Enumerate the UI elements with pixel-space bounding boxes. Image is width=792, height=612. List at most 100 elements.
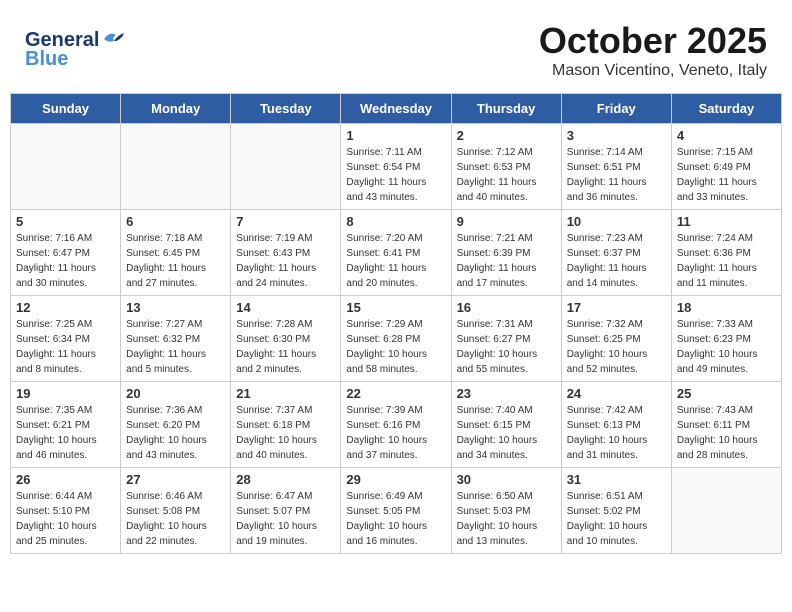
calendar-week-4: 19 Sunrise: 7:35 AM Sunset: 6:21 PM Dayli… <box>11 382 782 468</box>
day-number: 15 <box>346 300 445 315</box>
calendar-cell: 2Sunrise: 7:12 AM Sunset: 6:53 PM Daylig… <box>451 124 561 210</box>
day-info: Sunrise: 7:19 AM Sunset: 6:43 PM Dayligh… <box>236 231 335 291</box>
day-number: 19 <box>16 386 115 401</box>
calendar-cell: 22 Sunrise: 7:39 AM Sunset: 6:16 PM Dayli… <box>341 382 451 468</box>
day-info: Sunrise: 7:32 AM Sunset: 6:25 PM Dayligh… <box>567 317 666 377</box>
calendar-cell: 16Sunrise: 7:31 AM Sunset: 6:27 PM Dayli… <box>451 296 561 382</box>
day-info: Sunrise: 7:21 AM Sunset: 6:39 PM Dayligh… <box>457 231 556 291</box>
day-number: 25 <box>677 386 776 401</box>
day-info: Sunrise: 7:25 AM Sunset: 6:34 PM Dayligh… <box>16 317 115 377</box>
calendar-cell: 24 Sunrise: 7:42 AM Sunset: 6:13 PM Dayli… <box>561 382 671 468</box>
day-info: Sunrise: 7:39 AM Sunset: 6:16 PM Dayligh… <box>346 403 445 463</box>
weekday-header-monday: Monday <box>121 94 231 124</box>
logo-bird-icon <box>102 29 126 49</box>
day-number: 20 <box>126 386 225 401</box>
page-header: General Blue October 2025 Mason Vicentin… <box>10 10 782 85</box>
calendar-cell: 29Sunrise: 6:49 AM Sunset: 5:05 PM Dayli… <box>341 468 451 554</box>
weekday-header-thursday: Thursday <box>451 94 561 124</box>
day-number: 22 <box>346 386 445 401</box>
day-info: Sunrise: 7:43 AM Sunset: 6:11 PM Dayligh… <box>677 403 776 463</box>
weekday-header-tuesday: Tuesday <box>231 94 341 124</box>
calendar-cell: 23Sunrise: 7:40 AM Sunset: 6:15 PM Dayli… <box>451 382 561 468</box>
month-title: October 2025 <box>539 20 767 62</box>
calendar-cell: 8Sunrise: 7:20 AM Sunset: 6:41 PM Daylig… <box>341 210 451 296</box>
day-number: 13 <box>126 300 225 315</box>
calendar-cell: 17 Sunrise: 7:32 AM Sunset: 6:25 PM Dayli… <box>561 296 671 382</box>
calendar-cell: 21 Sunrise: 7:37 AM Sunset: 6:18 PM Dayli… <box>231 382 341 468</box>
calendar-cell: 5 Sunrise: 7:16 AM Sunset: 6:47 PM Daylig… <box>11 210 121 296</box>
day-info: Sunrise: 6:51 AM Sunset: 5:02 PM Dayligh… <box>567 489 666 549</box>
day-number: 7 <box>236 214 335 229</box>
day-info: Sunrise: 7:27 AM Sunset: 6:32 PM Dayligh… <box>126 317 225 377</box>
day-number: 3 <box>567 128 666 143</box>
weekday-header-wednesday: Wednesday <box>341 94 451 124</box>
day-number: 10 <box>567 214 666 229</box>
day-number: 11 <box>677 214 776 229</box>
day-number: 12 <box>16 300 115 315</box>
weekday-header-friday: Friday <box>561 94 671 124</box>
day-info: Sunrise: 7:16 AM Sunset: 6:47 PM Dayligh… <box>16 231 115 291</box>
day-info: Sunrise: 7:12 AM Sunset: 6:53 PM Dayligh… <box>457 145 556 205</box>
calendar-cell: 3 Sunrise: 7:14 AM Sunset: 6:51 PM Daylig… <box>561 124 671 210</box>
calendar-cell: 7 Sunrise: 7:19 AM Sunset: 6:43 PM Daylig… <box>231 210 341 296</box>
day-number: 24 <box>567 386 666 401</box>
day-number: 28 <box>236 472 335 487</box>
day-number: 16 <box>457 300 556 315</box>
day-number: 31 <box>567 472 666 487</box>
day-info: Sunrise: 7:14 AM Sunset: 6:51 PM Dayligh… <box>567 145 666 205</box>
calendar-week-1: 1 Sunrise: 7:11 AM Sunset: 6:54 PM Daylig… <box>11 124 782 210</box>
calendar-cell: 27Sunrise: 6:46 AM Sunset: 5:08 PM Dayli… <box>121 468 231 554</box>
calendar-cell: 30Sunrise: 6:50 AM Sunset: 5:03 PM Dayli… <box>451 468 561 554</box>
calendar-cell: 11Sunrise: 7:24 AM Sunset: 6:36 PM Dayli… <box>671 210 781 296</box>
location-text: Mason Vicentino, Veneto, Italy <box>539 62 767 80</box>
calendar-cell <box>671 468 781 554</box>
day-info: Sunrise: 7:37 AM Sunset: 6:18 PM Dayligh… <box>236 403 335 463</box>
calendar-cell: 4 Sunrise: 7:15 AM Sunset: 6:49 PM Daylig… <box>671 124 781 210</box>
day-number: 26 <box>16 472 115 487</box>
day-number: 23 <box>457 386 556 401</box>
day-info: Sunrise: 7:36 AM Sunset: 6:20 PM Dayligh… <box>126 403 225 463</box>
calendar-cell: 28Sunrise: 6:47 AM Sunset: 5:07 PM Dayli… <box>231 468 341 554</box>
day-info: Sunrise: 7:28 AM Sunset: 6:30 PM Dayligh… <box>236 317 335 377</box>
calendar-cell <box>231 124 341 210</box>
logo: General Blue <box>25 29 126 71</box>
calendar-cell: 1 Sunrise: 7:11 AM Sunset: 6:54 PM Daylig… <box>341 124 451 210</box>
calendar-cell: 25 Sunrise: 7:43 AM Sunset: 6:11 PM Dayli… <box>671 382 781 468</box>
day-info: Sunrise: 7:18 AM Sunset: 6:45 PM Dayligh… <box>126 231 225 291</box>
day-number: 17 <box>567 300 666 315</box>
calendar-header-row: SundayMondayTuesdayWednesdayThursdayFrid… <box>11 94 782 124</box>
calendar-cell: 13 Sunrise: 7:27 AM Sunset: 6:32 PM Dayli… <box>121 296 231 382</box>
day-info: Sunrise: 7:15 AM Sunset: 6:49 PM Dayligh… <box>677 145 776 205</box>
calendar-cell: 31 Sunrise: 6:51 AM Sunset: 5:02 PM Dayli… <box>561 468 671 554</box>
calendar-table: SundayMondayTuesdayWednesdayThursdayFrid… <box>10 93 782 554</box>
calendar-cell <box>121 124 231 210</box>
day-info: Sunrise: 7:33 AM Sunset: 6:23 PM Dayligh… <box>677 317 776 377</box>
calendar-week-3: 12 Sunrise: 7:25 AM Sunset: 6:34 PM Dayli… <box>11 296 782 382</box>
calendar-cell: 10 Sunrise: 7:23 AM Sunset: 6:37 PM Dayli… <box>561 210 671 296</box>
calendar-week-2: 5 Sunrise: 7:16 AM Sunset: 6:47 PM Daylig… <box>11 210 782 296</box>
day-info: Sunrise: 7:11 AM Sunset: 6:54 PM Dayligh… <box>346 145 445 205</box>
calendar-cell: 12 Sunrise: 7:25 AM Sunset: 6:34 PM Dayli… <box>11 296 121 382</box>
day-info: Sunrise: 6:50 AM Sunset: 5:03 PM Dayligh… <box>457 489 556 549</box>
day-number: 14 <box>236 300 335 315</box>
day-number: 5 <box>16 214 115 229</box>
calendar-cell: 6 Sunrise: 7:18 AM Sunset: 6:45 PM Daylig… <box>121 210 231 296</box>
day-number: 9 <box>457 214 556 229</box>
day-number: 6 <box>126 214 225 229</box>
weekday-header-saturday: Saturday <box>671 94 781 124</box>
weekday-header-sunday: Sunday <box>11 94 121 124</box>
calendar-cell: 26Sunrise: 6:44 AM Sunset: 5:10 PM Dayli… <box>11 468 121 554</box>
day-number: 1 <box>346 128 445 143</box>
calendar-cell: 19 Sunrise: 7:35 AM Sunset: 6:21 PM Dayli… <box>11 382 121 468</box>
day-number: 4 <box>677 128 776 143</box>
day-info: Sunrise: 7:23 AM Sunset: 6:37 PM Dayligh… <box>567 231 666 291</box>
calendar-cell: 18Sunrise: 7:33 AM Sunset: 6:23 PM Dayli… <box>671 296 781 382</box>
calendar-cell <box>11 124 121 210</box>
logo-blue-text: Blue <box>25 48 68 71</box>
day-info: Sunrise: 7:20 AM Sunset: 6:41 PM Dayligh… <box>346 231 445 291</box>
day-number: 27 <box>126 472 225 487</box>
day-number: 21 <box>236 386 335 401</box>
day-number: 29 <box>346 472 445 487</box>
day-info: Sunrise: 7:35 AM Sunset: 6:21 PM Dayligh… <box>16 403 115 463</box>
day-info: Sunrise: 7:42 AM Sunset: 6:13 PM Dayligh… <box>567 403 666 463</box>
